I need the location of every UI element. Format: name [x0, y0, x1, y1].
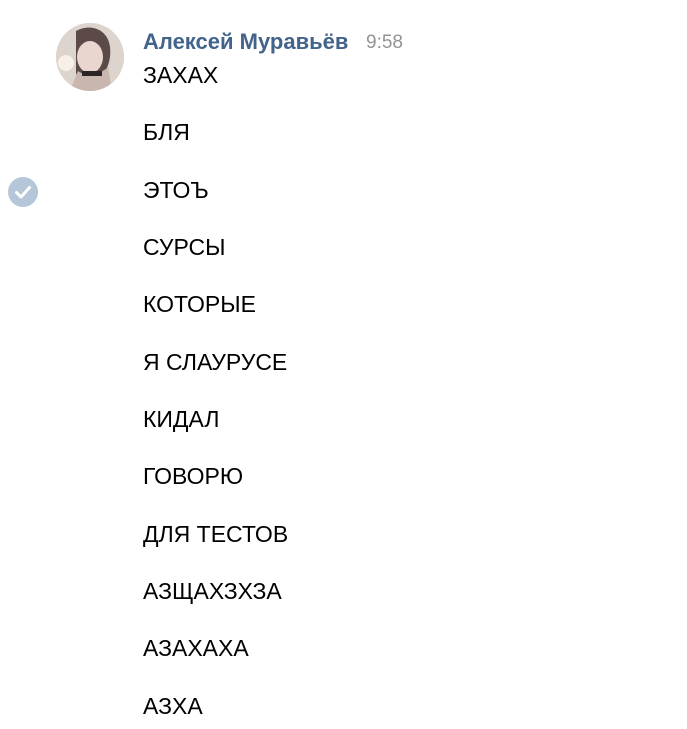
avatar-photo	[56, 23, 124, 91]
check-circle-icon[interactable]	[8, 177, 38, 207]
message-text: ДЛЯ ТЕСТОВ	[143, 521, 289, 547]
author-name[interactable]: Алексей Муравьёв	[143, 29, 348, 55]
avatar[interactable]	[56, 23, 124, 91]
message-text: Я СЛАУРУСЕ	[143, 349, 288, 375]
message-text: ЭТОЪ	[143, 177, 209, 203]
message-text: АЗЩАХЗХЗА	[143, 578, 282, 604]
message-text: СУРСЫ	[143, 234, 226, 260]
message-text: БЛЯ	[143, 119, 190, 145]
message-text: АЗАХАХА	[143, 635, 249, 661]
message-text: АЗХА	[143, 693, 203, 719]
message-text: КОТОРЫЕ	[143, 291, 256, 317]
message-time[interactable]: 9:58	[366, 32, 403, 54]
message-text: ЗАХАХ	[143, 62, 219, 88]
message-text: КИДАЛ	[143, 406, 220, 432]
message-text: ГОВОРЮ	[143, 463, 244, 489]
